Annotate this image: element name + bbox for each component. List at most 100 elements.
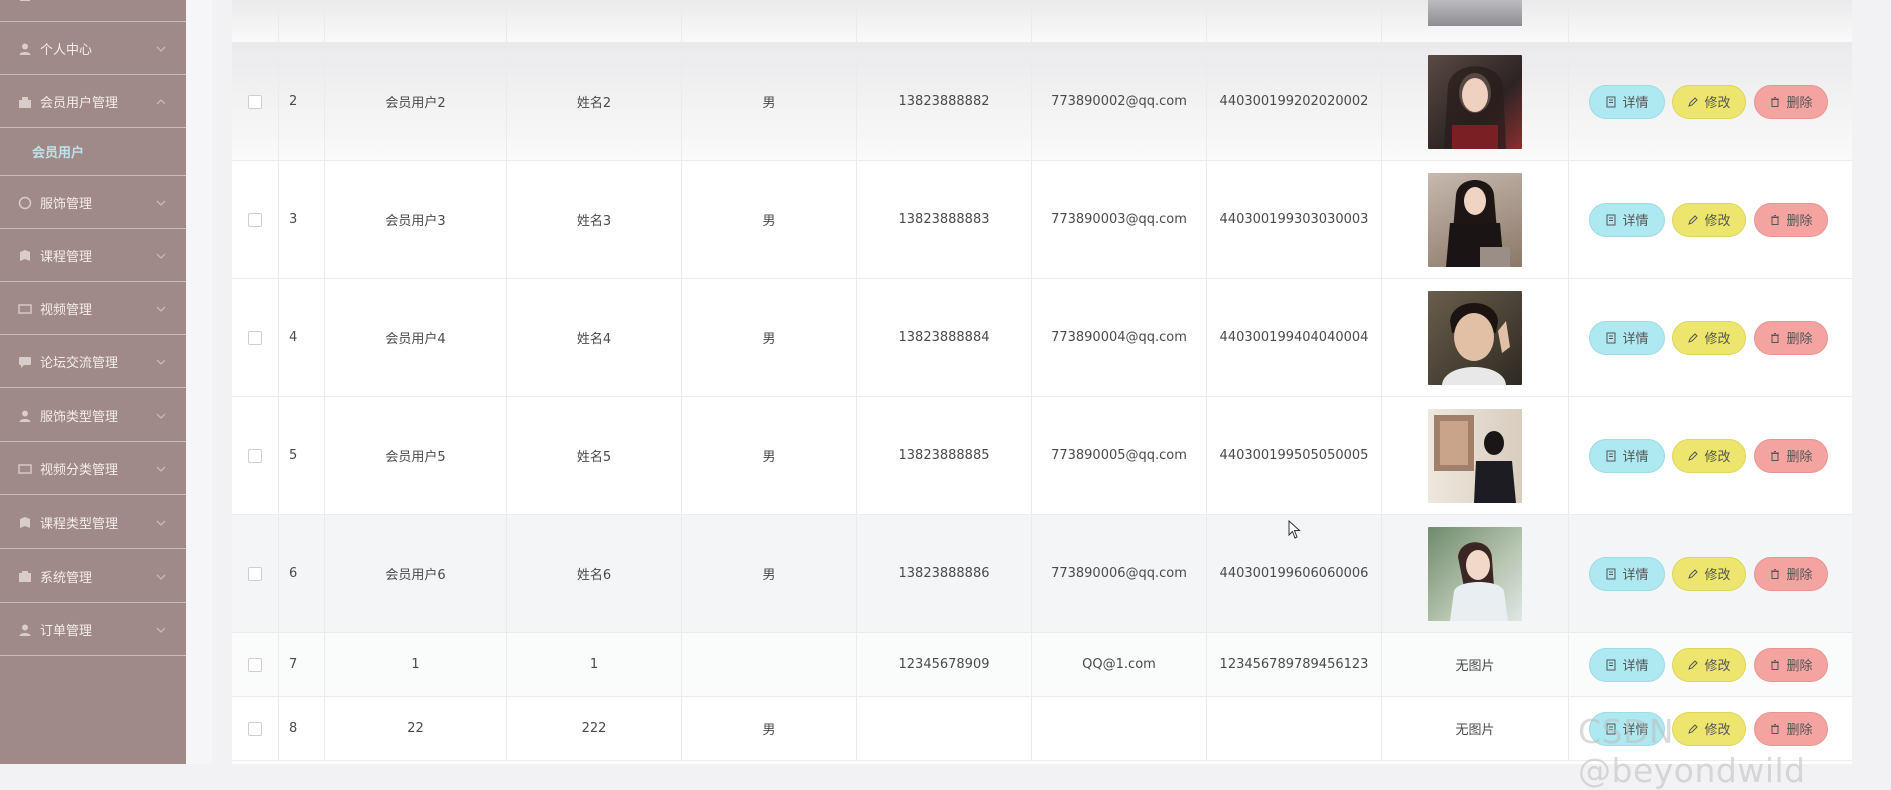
sidebar-item-forum-management[interactable]: 论坛交流管理 <box>0 336 186 388</box>
row-index: 3 <box>279 161 325 278</box>
sidebar-item-clothing-management[interactable]: 服饰管理 <box>0 177 186 229</box>
sidebar-item-label: 服饰管理 <box>40 197 93 212</box>
trash-icon <box>1771 568 1780 579</box>
document-icon <box>1606 659 1616 670</box>
email-cell: 773890005@qq.com <box>1032 397 1207 514</box>
row-checkbox[interactable] <box>248 212 262 227</box>
user-icon <box>18 409 32 423</box>
sidebar-item-label: 课程管理 <box>40 250 93 265</box>
name-cell: 姓名2 <box>507 43 682 160</box>
chevron-down-icon <box>156 466 166 472</box>
detail-button[interactable]: 详情 <box>1589 556 1665 591</box>
user-photo <box>1428 408 1522 503</box>
detail-button[interactable]: 详情 <box>1589 202 1665 237</box>
table-row[interactable]: 4 会员用户4 姓名4 男 13823888884 773890004@qq.c… <box>232 279 1852 397</box>
member-users-table: 2 会员用户2 姓名2 男 13823888882 773890002@qq.c… <box>232 0 1852 764</box>
chevron-down-icon <box>156 253 166 259</box>
chevron-down-icon <box>156 627 166 633</box>
photo-cell <box>1382 279 1569 396</box>
account-cell: 会员用户5 <box>325 397 507 514</box>
sidebar-item-system-management[interactable]: 系统管理 <box>0 551 186 603</box>
sidebar-item-member-management[interactable]: 会员用户管理 <box>0 76 186 128</box>
sidebar-subitem-member-users[interactable]: 会员用户 <box>0 128 186 176</box>
delete-button[interactable]: 删除 <box>1754 647 1828 682</box>
sidebar-item-video-category-management[interactable]: 视频分类管理 <box>0 443 186 495</box>
edit-button[interactable]: 修改 <box>1672 647 1746 682</box>
email-cell: QQ@1.com <box>1032 633 1207 696</box>
chevron-down-icon <box>156 200 166 206</box>
detail-button[interactable]: 详情 <box>1589 84 1665 119</box>
video-icon <box>18 302 32 316</box>
sidebar-item-home[interactable] <box>0 0 186 22</box>
delete-button[interactable]: 删除 <box>1754 438 1828 473</box>
sidebar-item-course-management[interactable]: 课程管理 <box>0 230 186 282</box>
chevron-down-icon <box>156 359 166 365</box>
detail-button-label: 详情 <box>1622 332 1649 347</box>
row-checkbox[interactable] <box>248 330 262 345</box>
sidebar-item-course-type-management[interactable]: 课程类型管理 <box>0 497 186 549</box>
row-checkbox[interactable] <box>248 94 262 109</box>
sidebar-item-label: 课程类型管理 <box>40 517 119 532</box>
chevron-up-icon <box>156 98 166 104</box>
photo-cell: 无图片 <box>1382 697 1569 760</box>
book-icon <box>18 249 32 263</box>
document-icon <box>1606 568 1616 579</box>
phone-cell: 13823888886 <box>857 515 1032 632</box>
table-row[interactable]: 2 会员用户2 姓名2 男 13823888882 773890002@qq.c… <box>232 43 1852 161</box>
edit-button[interactable]: 修改 <box>1672 84 1746 119</box>
pencil-icon <box>1688 214 1699 225</box>
edit-button-label: 修改 <box>1704 214 1731 229</box>
sidebar-item-order-management[interactable]: 订单管理 <box>0 604 186 656</box>
table-row[interactable]: 5 会员用户5 姓名5 男 13823888885 773890005@qq.c… <box>232 397 1852 515</box>
detail-button[interactable]: 详情 <box>1589 438 1665 473</box>
edit-button-label: 修改 <box>1704 332 1731 347</box>
detail-button[interactable]: 详情 <box>1589 647 1665 682</box>
chevron-down-icon <box>156 520 166 526</box>
phone-cell: 13823888882 <box>857 43 1032 160</box>
phone-cell: 13823888884 <box>857 279 1032 396</box>
photo-cell <box>1382 43 1569 160</box>
detail-button[interactable]: 详情 <box>1589 320 1665 355</box>
edit-button[interactable]: 修改 <box>1672 556 1746 591</box>
sidebar-item-label: 视频管理 <box>40 303 93 318</box>
delete-button[interactable]: 删除 <box>1754 84 1828 119</box>
account-cell: 会员用户3 <box>325 161 507 278</box>
account-cell: 22 <box>325 697 507 760</box>
trash-icon <box>1771 450 1780 461</box>
edit-button[interactable]: 修改 <box>1672 320 1746 355</box>
sidebar: 个人中心 会员用户管理 会员用户 服饰管理 课程管理 视频管理 论坛交流管理 服… <box>0 0 186 764</box>
phone-cell: 13823888883 <box>857 161 1032 278</box>
delete-button-label: 删除 <box>1786 332 1813 347</box>
row-checkbox[interactable] <box>248 566 262 581</box>
delete-button[interactable]: 删除 <box>1754 320 1828 355</box>
table-row[interactable]: 7 1 1 12345678909 QQ@1.com 1234567897894… <box>232 633 1852 697</box>
row-checkbox[interactable] <box>248 657 262 672</box>
user-icon <box>18 623 32 637</box>
photo-cell <box>1382 161 1569 278</box>
name-cell: 姓名4 <box>507 279 682 396</box>
phone-cell <box>857 697 1032 760</box>
trash-icon <box>1771 96 1780 107</box>
delete-button[interactable]: 删除 <box>1754 556 1828 591</box>
table-row[interactable]: 3 会员用户3 姓名3 男 13823888883 773890003@qq.c… <box>232 161 1852 279</box>
row-checkbox[interactable] <box>248 448 262 463</box>
user-icon <box>18 42 32 56</box>
chat-icon <box>18 355 32 369</box>
document-icon <box>1606 96 1616 107</box>
mouse-cursor-icon <box>1288 520 1301 539</box>
table-row[interactable]: 6 会员用户6 姓名6 男 13823888886 773890006@qq.c… <box>232 515 1852 633</box>
idcard-cell: 440300199404040004 <box>1207 279 1382 396</box>
photo-partial <box>1428 0 1522 26</box>
sidebar-item-video-management[interactable]: 视频管理 <box>0 283 186 335</box>
sidebar-item-clothing-type-management[interactable]: 服饰类型管理 <box>0 390 186 442</box>
edit-button[interactable]: 修改 <box>1672 438 1746 473</box>
delete-button[interactable]: 删除 <box>1754 202 1828 237</box>
shirt-icon <box>18 196 32 210</box>
pencil-icon <box>1688 659 1699 670</box>
sidebar-item-personal-center[interactable]: 个人中心 <box>0 23 186 75</box>
account-cell: 会员用户4 <box>325 279 507 396</box>
row-checkbox[interactable] <box>248 721 262 736</box>
edit-button[interactable]: 修改 <box>1672 202 1746 237</box>
idcard-cell: 440300199202020002 <box>1207 43 1382 160</box>
pencil-icon <box>1688 450 1699 461</box>
